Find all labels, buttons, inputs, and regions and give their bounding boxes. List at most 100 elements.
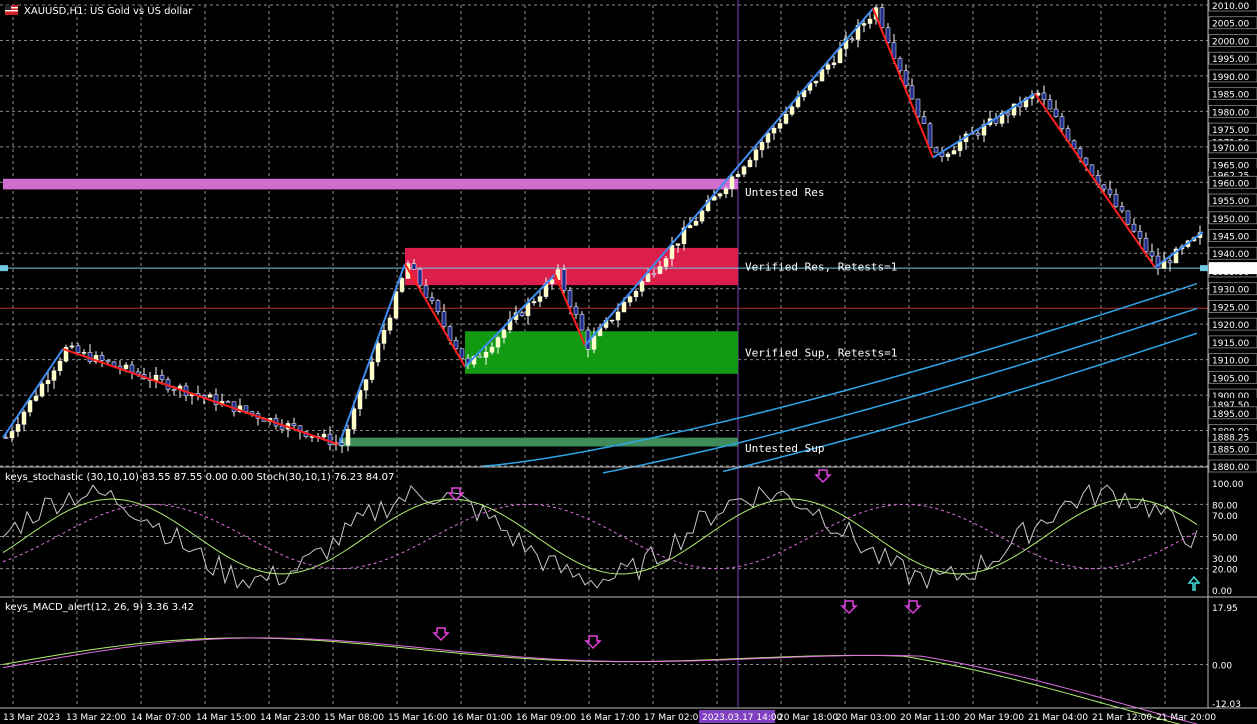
candle-body — [1113, 194, 1119, 207]
candle-body — [651, 273, 657, 275]
candle-body — [1053, 108, 1059, 117]
time-label: 16 Mar 17:00 — [580, 713, 640, 723]
candle-body — [669, 245, 675, 259]
stoch-level-label: 20.00 — [1212, 566, 1238, 576]
candle-body — [1137, 230, 1143, 239]
candle-body — [723, 188, 729, 194]
candle-body — [921, 116, 927, 125]
candle-body — [429, 297, 435, 301]
price-label: 1945.00 — [1212, 233, 1249, 243]
candle-body — [9, 431, 15, 438]
candle-body — [657, 266, 663, 274]
price-label: 1985.00 — [1212, 91, 1249, 101]
zone-label: Untested Sup — [745, 442, 824, 455]
candle-body — [225, 401, 231, 403]
candle-body — [1143, 238, 1149, 252]
stoch-level-label: 80.00 — [1212, 501, 1238, 511]
candle-body — [21, 411, 27, 425]
candle-body — [609, 319, 615, 322]
candle-body — [321, 433, 327, 438]
candle-body — [3, 437, 9, 439]
candle-body — [621, 301, 627, 313]
candle-body — [1041, 92, 1047, 100]
candle-body — [663, 258, 669, 267]
candle-body — [675, 243, 681, 246]
price-line-handle — [0, 265, 8, 272]
candle-body — [579, 314, 585, 331]
candle-body — [1047, 99, 1053, 110]
price-label: 1995.00 — [1212, 55, 1249, 65]
candle-body — [945, 153, 951, 157]
candle-body — [729, 176, 735, 189]
candle-body — [345, 428, 351, 446]
price-label: 1990.00 — [1212, 73, 1249, 83]
candle-body — [39, 383, 45, 397]
price-label: 1975.00 — [1212, 126, 1249, 136]
candle-body — [15, 424, 21, 432]
candle-body — [861, 23, 867, 26]
candle-body — [519, 312, 525, 317]
candle-body — [867, 18, 873, 24]
candle-body — [903, 70, 909, 87]
price-label: 1905.00 — [1212, 374, 1249, 384]
time-label: 16 Mar 01:00 — [452, 713, 512, 723]
candle-body — [105, 360, 111, 363]
candle-body — [789, 106, 795, 115]
candle-body — [777, 123, 783, 129]
candle-body — [489, 346, 495, 353]
candle-body — [459, 348, 465, 359]
candle-body — [243, 405, 249, 412]
candle-body — [129, 364, 135, 373]
price-line-handle — [1200, 265, 1208, 272]
time-label: 17 Mar 02:00 — [644, 713, 704, 723]
candle-body — [69, 345, 75, 348]
candle-body — [573, 306, 579, 315]
price-label: 1895.00 — [1212, 410, 1249, 420]
time-label: 2023.03.17 14:00 — [702, 713, 783, 723]
candle-body — [375, 343, 381, 363]
price-label: 1970.00 — [1212, 144, 1249, 154]
time-label: 21 Mar 20:00 — [1156, 713, 1216, 723]
price-label: 2010.00 — [1212, 2, 1249, 12]
candle-body — [399, 278, 405, 292]
time-label: 15 Mar 08:00 — [324, 713, 384, 723]
candle-body — [45, 380, 51, 385]
candle-body — [693, 220, 699, 226]
main-header: XAUUSD,H1: US Gold vs US dollar — [5, 5, 193, 17]
candle-body — [1167, 260, 1173, 264]
stoch-level-label: 70.00 — [1212, 512, 1238, 522]
candle-body — [849, 38, 855, 40]
candle-body — [417, 269, 423, 286]
price-label: 1930.00 — [1212, 286, 1249, 296]
zone-label: Untested Res — [745, 186, 824, 199]
candle-body — [207, 394, 213, 398]
candle-body — [1119, 206, 1125, 212]
candle-body — [435, 300, 441, 313]
time-label: 16 Mar 09:00 — [516, 713, 576, 723]
candle-body — [1131, 223, 1137, 232]
candle-body — [51, 370, 57, 381]
candle-body — [753, 149, 759, 161]
candle-body — [825, 64, 831, 70]
candle-body — [633, 291, 639, 297]
candle-body — [81, 352, 87, 354]
flag-icon — [5, 5, 18, 15]
zone-label: Verified Sup, Retests=1 — [745, 347, 897, 360]
candle-body — [483, 351, 489, 358]
candle-body — [747, 159, 753, 167]
price-label: 1915.00 — [1212, 339, 1249, 349]
candle-body — [627, 296, 633, 303]
price-label: 1940.00 — [1212, 250, 1249, 260]
candle-body — [699, 210, 705, 222]
candle-body — [717, 193, 723, 197]
time-label: 21 Mar 12:00 — [1092, 713, 1152, 723]
chart: Untested Res Verified Res, Retests=1 Verif… — [0, 0, 1257, 724]
candle-body — [387, 317, 393, 331]
candle-body — [1125, 210, 1131, 225]
price-label: 2000.00 — [1212, 37, 1249, 47]
candle-body — [537, 296, 543, 302]
time-label: 13 Mar 22:00 — [66, 713, 126, 723]
time-label: 20 Mar 03:00 — [836, 713, 896, 723]
candle-body — [501, 329, 507, 338]
candle-body — [477, 356, 483, 358]
